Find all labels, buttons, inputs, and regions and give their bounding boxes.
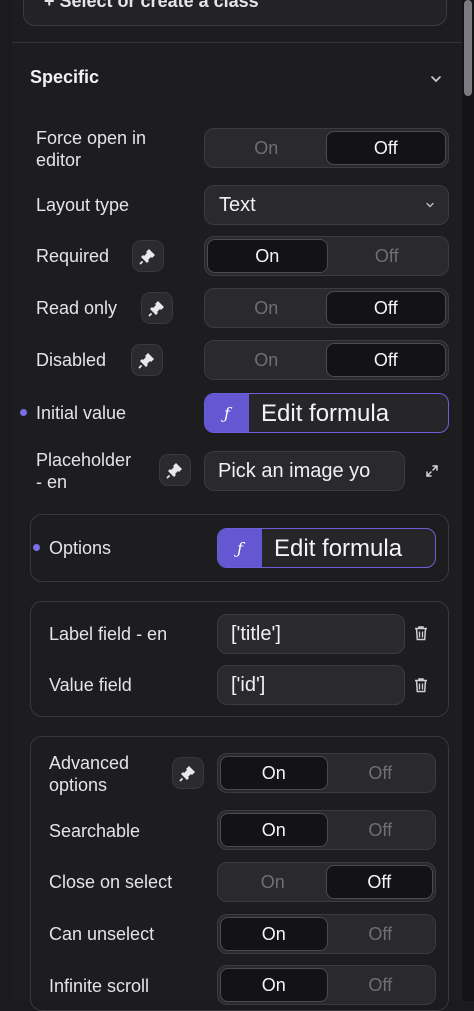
toggle-on[interactable]: On [207,131,326,165]
toggle-off[interactable]: Off [328,968,434,1002]
placeholder-value: Pick an image yo [218,460,371,482]
toggle-off[interactable]: Off [328,756,434,790]
label-field-value: ['title'] [231,623,281,645]
toggle-on[interactable]: On [207,343,326,377]
can-unselect-label: Can unselect [49,924,155,944]
required-label: Required [36,246,110,266]
edit-formula-label: Edit formula [274,535,403,562]
plug-icon [166,463,182,479]
toggle-on[interactable]: On [220,756,328,790]
toggle-off[interactable]: Off [328,917,434,951]
toggle-on[interactable]: On [220,917,328,951]
infinite-scroll-toggle[interactable]: On Off [217,965,436,1005]
formula-icon: ƒ [205,394,249,432]
searchable-toggle[interactable]: On Off [217,810,436,850]
value-field-value: ['id'] [231,674,266,696]
toggle-on[interactable]: On [220,968,328,1002]
layout-type-value: Text [219,194,256,216]
infinite-scroll-label: Infinite scroll [49,976,150,996]
toggle-on[interactable]: On [220,813,328,847]
disabled-toggle[interactable]: On Off [204,340,449,380]
can-unselect-toggle[interactable]: On Off [217,914,436,954]
read-only-toggle[interactable]: On Off [204,288,449,328]
bound-indicator-dot [20,409,27,416]
force-open-toggle[interactable]: On Off [204,128,449,168]
toggle-off[interactable]: Off [325,343,446,377]
expand-button[interactable] [417,456,447,486]
advanced-options-label: Advanced options [49,753,130,795]
toggle-on[interactable]: On [207,239,328,273]
bind-plug-button[interactable] [159,454,191,486]
section-title: Specific [30,67,100,87]
read-only-label: Read only [36,298,118,318]
trash-icon[interactable] [412,624,430,642]
chevron-down-icon [418,0,432,3]
toggle-on[interactable]: On [207,291,326,325]
toggle-off[interactable]: Off [325,865,433,899]
value-field-input[interactable]: ['id'] [217,665,405,705]
class-selector-label: + Select or create a class [44,0,259,11]
plug-icon [139,249,155,265]
options-formula-button[interactable]: ƒ Edit formula [217,528,436,568]
bind-plug-button[interactable] [132,240,164,272]
label-field-input[interactable]: ['title'] [217,614,405,654]
close-on-select-toggle[interactable]: On Off [217,862,436,902]
class-selector[interactable]: + Select or create a class [23,0,447,26]
required-toggle[interactable]: On Off [204,236,449,276]
formula-icon: ƒ [218,529,262,567]
scrollbar[interactable] [462,0,474,1001]
bound-indicator-dot [33,544,40,551]
expand-icon [426,465,438,477]
trash-icon[interactable] [412,676,430,694]
bind-plug-button[interactable] [172,757,204,789]
close-on-select-label: Close on select [49,872,173,892]
options-label: Options [49,538,112,558]
toggle-off[interactable]: Off [328,813,434,847]
label-field-label: Label field - en [49,624,168,644]
plug-icon [148,301,164,317]
initial-value-formula-button[interactable]: ƒ Edit formula [204,393,449,433]
force-open-label: Force open in editor [36,128,147,170]
toggle-off[interactable]: Off [328,239,447,273]
scrollbar-thumb[interactable] [464,0,472,96]
toggle-on[interactable]: On [220,865,326,899]
disabled-label: Disabled [36,350,107,370]
placeholder-input[interactable]: Pick an image yo [204,451,405,491]
bind-plug-button[interactable] [141,292,173,324]
plug-icon [138,353,154,369]
placeholder-label: Placeholder - en [36,450,132,492]
plug-icon [179,766,195,782]
searchable-label: Searchable [49,821,141,841]
chevron-down-icon [426,202,434,208]
advanced-options-toggle[interactable]: On Off [217,753,436,793]
collapse-chevron-icon[interactable] [428,71,444,87]
layout-type-label: Layout type [36,195,130,215]
layout-type-select[interactable]: Text [204,185,449,225]
value-field-label: Value field [49,675,132,695]
bind-plug-button[interactable] [131,344,163,376]
divider [12,42,462,43]
toggle-off[interactable]: Off [325,291,446,325]
toggle-off[interactable]: Off [325,131,446,165]
initial-value-label: Initial value [36,403,127,423]
edit-formula-label: Edit formula [261,400,390,427]
